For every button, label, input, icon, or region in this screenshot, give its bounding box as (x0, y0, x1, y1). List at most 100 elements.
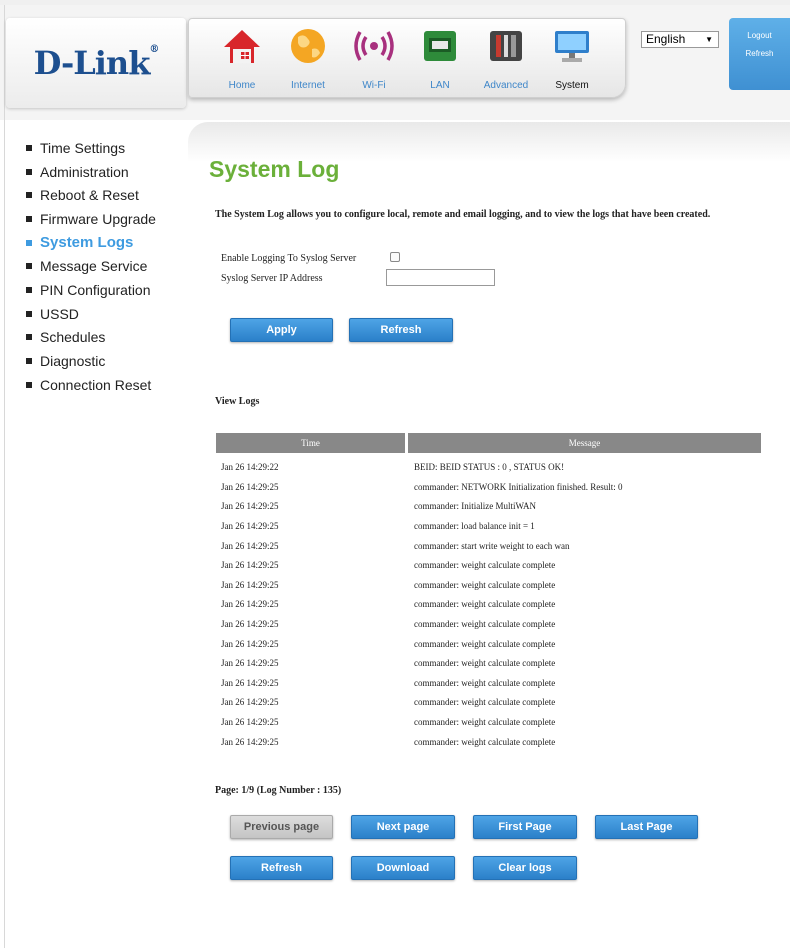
clear-logs-button[interactable]: Clear logs (473, 856, 577, 880)
download-button[interactable]: Download (351, 856, 455, 880)
nav-advanced[interactable]: Advanced (473, 19, 539, 97)
sidebar-item-pin-configuration[interactable]: PIN Configuration (26, 278, 156, 302)
table-row: Jan 26 14:29:25 commander: weight calcula… (0, 717, 790, 737)
table-row: Jan 26 14:29:25 commander: weight calcula… (0, 580, 790, 600)
sidebar-item-system-logs[interactable]: System Logs (26, 231, 156, 255)
sidebar-item-administration[interactable]: Administration (26, 160, 156, 184)
nav-home-label: Home (228, 80, 256, 91)
sidebar-item-label: Firmware Upgrade (40, 210, 156, 227)
log-message: commander: weight calculate complete (414, 737, 556, 747)
sidebar-item-ussd[interactable]: USSD (26, 302, 156, 326)
log-time: Jan 26 14:29:25 (221, 541, 279, 551)
table-row: Jan 26 14:29:25 commander: weight calcula… (0, 678, 790, 698)
table-row: Jan 26 14:29:25 commander: Initialize Mul… (0, 501, 790, 521)
log-time: Jan 26 14:29:25 (221, 560, 279, 570)
square-bullet-icon (26, 334, 32, 341)
sidebar-item-time-settings[interactable]: Time Settings (26, 136, 156, 160)
sidebar-item-reboot-reset[interactable]: Reboot & Reset (26, 183, 156, 207)
logout-button[interactable]: Logout (729, 31, 790, 40)
lan-icon (424, 31, 456, 61)
log-time: Jan 26 14:29:25 (221, 619, 279, 629)
page-description: The System Log allows you to configure l… (215, 209, 711, 220)
table-row: Jan 26 14:29:25 commander: weight calcula… (0, 697, 790, 717)
log-message: commander: weight calculate complete (414, 678, 556, 688)
sidebar-item-firmware-upgrade[interactable]: Firmware Upgrade (26, 207, 156, 231)
sidebar-item-diagnostic[interactable]: Diagnostic (26, 349, 156, 373)
sidebar-item-message-service[interactable]: Message Service (26, 254, 156, 278)
table-row: Jan 26 14:29:25 commander: start write we… (0, 541, 790, 561)
square-bullet-icon (26, 263, 32, 270)
session-panel: Logout Refresh (729, 18, 790, 90)
logs-refresh-button[interactable]: Refresh (230, 856, 333, 880)
first-page-button[interactable]: First Page (473, 815, 577, 839)
previous-page-button[interactable]: Previous page (230, 815, 333, 839)
last-page-button[interactable]: Last Page (595, 815, 698, 839)
sidebar-item-connection-reset[interactable]: Connection Reset (26, 373, 156, 397)
table-row: Jan 26 14:29:25 commander: weight calcula… (0, 560, 790, 580)
sidebar-item-schedules[interactable]: Schedules (26, 326, 156, 350)
square-bullet-icon (26, 286, 32, 293)
table-row: Jan 26 14:29:25 commander: NETWORK Initia… (0, 482, 790, 502)
log-message: commander: start write weight to each wa… (414, 541, 570, 551)
log-message: commander: NETWORK Initialization finish… (414, 482, 623, 492)
log-message: commander: weight calculate complete (414, 639, 556, 649)
tools-icon (490, 31, 522, 61)
enable-logging-checkbox[interactable] (390, 252, 400, 262)
language-select[interactable]: English ▼ (641, 31, 719, 48)
form-refresh-button[interactable]: Refresh (349, 318, 453, 342)
nav-lan-label: LAN (430, 80, 450, 91)
nav-home[interactable]: Home (209, 19, 275, 97)
log-time: Jan 26 14:29:25 (221, 639, 279, 649)
log-time: Jan 26 14:29:25 (221, 697, 279, 707)
chevron-down-icon: ▼ (705, 35, 713, 44)
log-time: Jan 26 14:29:25 (221, 580, 279, 590)
sidebar-item-label: Schedules (40, 329, 106, 346)
logo-registered-mark: ® (149, 44, 159, 55)
table-row: Jan 26 14:29:22 BEID: BEID STATUS : 0 , S… (0, 462, 790, 482)
syslog-ip-input[interactable] (386, 269, 495, 286)
log-message: commander: weight calculate complete (414, 560, 556, 570)
home-icon (224, 30, 260, 63)
nav-system[interactable]: System (539, 19, 605, 97)
logo-text: D-Link (33, 44, 151, 82)
enable-logging-label: Enable Logging To Syslog Server (221, 253, 357, 264)
logo-panel: D-Link® (6, 18, 186, 108)
top-navigation: Home Internet Wi-Fi LAN Advanced System (188, 18, 626, 98)
sidebar-item-label: Time Settings (40, 139, 126, 156)
computer-icon (555, 31, 589, 62)
log-message: commander: weight calculate complete (414, 619, 556, 629)
square-bullet-icon (26, 381, 32, 388)
log-message: commander: weight calculate complete (414, 658, 556, 668)
dlink-logo[interactable]: D-Link® (33, 44, 160, 82)
language-value: English (646, 32, 686, 46)
header-refresh-button[interactable]: Refresh (729, 49, 790, 58)
table-row: Jan 26 14:29:25 commander: weight calcula… (0, 658, 790, 678)
sidebar-item-label: USSD (40, 305, 79, 322)
sidebar-item-label: Message Service (40, 258, 148, 275)
nav-wifi[interactable]: Wi-Fi (341, 19, 407, 97)
syslog-ip-label: Syslog Server IP Address (221, 273, 323, 284)
column-header-time: Time (216, 433, 405, 453)
nav-internet-label: Internet (291, 80, 325, 91)
nav-internet[interactable]: Internet (275, 19, 341, 97)
next-page-button[interactable]: Next page (351, 815, 455, 839)
wifi-icon (354, 31, 394, 61)
table-row: Jan 26 14:29:25 commander: weight calcula… (0, 737, 790, 757)
table-row: Jan 26 14:29:25 commander: load balance i… (0, 521, 790, 541)
log-message: commander: load balance init = 1 (414, 521, 535, 531)
globe-icon (291, 29, 325, 63)
nav-advanced-label: Advanced (483, 80, 529, 91)
log-time: Jan 26 14:29:25 (221, 501, 279, 511)
view-logs-title: View Logs (215, 396, 260, 407)
square-bullet-icon (26, 192, 32, 199)
apply-button[interactable]: Apply (230, 318, 333, 342)
log-message: commander: weight calculate complete (414, 697, 556, 707)
log-message: commander: weight calculate complete (414, 580, 556, 590)
nav-lan[interactable]: LAN (407, 19, 473, 97)
square-bullet-icon (26, 239, 32, 246)
log-time: Jan 26 14:29:22 (221, 462, 279, 472)
nav-wifi-label: Wi-Fi (362, 80, 386, 91)
sidebar-item-label: Diagnostic (40, 353, 106, 370)
column-header-message: Message (408, 433, 761, 453)
log-message: BEID: BEID STATUS : 0 , STATUS OK! (414, 462, 565, 472)
